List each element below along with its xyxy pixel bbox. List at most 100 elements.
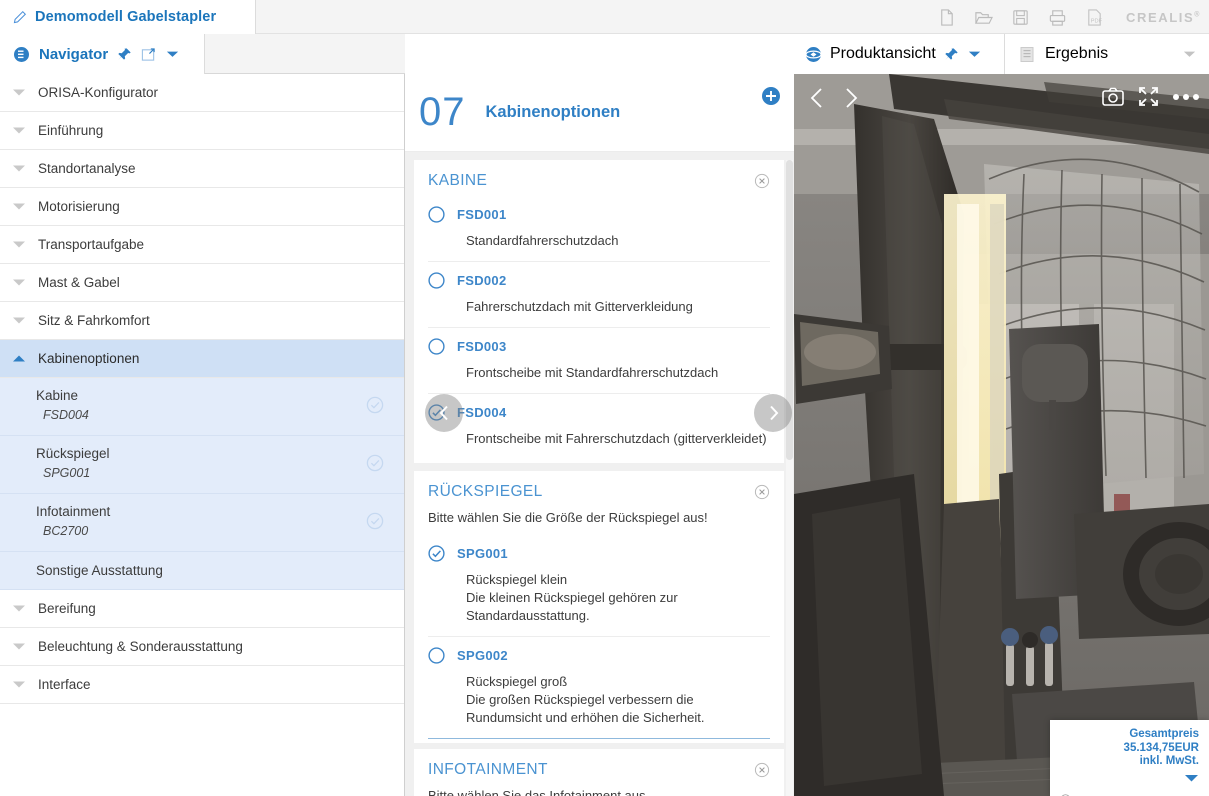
sidebar-item-interface[interactable]: Interface	[0, 666, 404, 704]
top-toolbar: Demomodell Gabelstapler PDF CREALIS®	[0, 0, 1209, 34]
next-step-button[interactable]	[754, 394, 792, 432]
sidebar-item-label: Einführung	[38, 123, 104, 138]
option-fsd002[interactable]: FSD002 Fahrerschutzdach mit Gitterverkle…	[428, 262, 770, 328]
sidebar-item-transportaufgabe[interactable]: Transportaufgabe	[0, 226, 404, 264]
chevron-left-icon	[439, 405, 448, 421]
new-document-icon[interactable]	[937, 8, 956, 27]
tab-navigator[interactable]: Navigator	[0, 34, 205, 74]
chevron-down-icon	[13, 203, 25, 210]
print-icon[interactable]	[1048, 8, 1067, 27]
configuration-panel: 07 Kabinenoptionen KABINE FSD001 Standar…	[405, 74, 794, 796]
option-code: FSD001	[457, 207, 507, 222]
pin-icon[interactable]	[944, 47, 959, 62]
sidebar-item-label: Motorisierung	[38, 199, 120, 214]
open-folder-icon[interactable]	[974, 8, 993, 27]
option-fsd003[interactable]: FSD003 Frontscheibe mit Standardfahrersc…	[428, 328, 770, 394]
sidebar-subitem-value: FSD004	[43, 408, 89, 422]
option-description: Rückspiegel groß Die großen Rückspiegel …	[466, 674, 705, 725]
navigator-tabrow: Navigator	[0, 34, 405, 74]
option-code: SPG002	[457, 648, 508, 663]
sidebar-subitem-sonstige-ausstattung[interactable]: Sonstige Ausstattung	[0, 552, 404, 590]
tab-produktansicht[interactable]: Produktansicht	[793, 34, 1005, 74]
option-description: Frontscheibe mit Fahrerschutzdach (gitte…	[466, 431, 767, 446]
viewport-tools	[1102, 86, 1199, 107]
chevron-down-icon	[13, 643, 25, 650]
sidebar-item-kabinenoptionen[interactable]: Kabinenoptionen	[0, 340, 404, 378]
chevron-down-icon[interactable]	[165, 49, 180, 59]
sidebar-item-label: ORISA-Konfigurator	[38, 85, 159, 100]
radio-unselected-icon[interactable]	[428, 206, 445, 223]
add-plus-icon[interactable]	[762, 87, 780, 105]
group-title: KABINE	[428, 172, 488, 189]
radio-unselected-icon[interactable]	[428, 272, 445, 289]
camera-icon[interactable]	[1102, 87, 1124, 107]
previous-step-button[interactable]	[425, 394, 463, 432]
sidebar-item-label: Sitz & Fahrkomfort	[38, 313, 150, 328]
panel-title: Kabinenoptionen	[485, 103, 621, 121]
chevron-right-icon	[769, 405, 778, 421]
sidebar-item-motorisierung[interactable]: Motorisierung	[0, 188, 404, 226]
tab-navigator-label: Navigator	[39, 45, 109, 63]
sidebar-subitem-value: BC2700	[43, 524, 89, 538]
check-circle-icon	[366, 454, 384, 472]
close-circle-icon[interactable]	[754, 173, 770, 189]
save-disk-icon[interactable]	[1011, 8, 1030, 27]
price-tax-note: inkl. MwSt.	[1139, 755, 1199, 767]
pin-icon[interactable]	[117, 47, 132, 62]
chevron-down-icon	[13, 681, 25, 688]
sidebar-subitem-rueckspiegel[interactable]: Rückspiegel SPG001	[0, 436, 404, 494]
group-title: RÜCKSPIEGEL	[428, 483, 543, 500]
chevron-left-icon[interactable]	[806, 86, 828, 110]
product-3d-viewport[interactable]: Gesamtpreis 35.134,75EUR inkl. MwSt. Die…	[794, 74, 1209, 796]
check-circle-icon	[366, 396, 384, 414]
sidebar-item-bereifung[interactable]: Bereifung	[0, 590, 404, 628]
chevron-down-icon[interactable]	[1182, 49, 1197, 59]
sidebar-item-einfuehrung[interactable]: Einführung	[0, 112, 404, 150]
sidebar-item-label: Standortanalyse	[38, 161, 136, 176]
option-spg001[interactable]: SPG001 Rückspiegel klein Die kleinen Rüc…	[428, 535, 770, 637]
sidebar-subitem-kabine[interactable]: Kabine FSD004	[0, 378, 404, 436]
close-circle-icon[interactable]	[754, 484, 770, 500]
svg-text:PDF: PDF	[1091, 18, 1103, 24]
product-view-icon	[805, 46, 822, 62]
sidebar-item-label: Mast & Gabel	[38, 275, 120, 290]
brand-logo: CREALIS®	[1125, 9, 1201, 25]
tab-ergebnis[interactable]: Ergebnis	[1005, 34, 1209, 74]
option-spg002[interactable]: SPG002 Rückspiegel groß Die großen Rücks…	[428, 637, 770, 739]
sidebar-item-standortanalyse[interactable]: Standortanalyse	[0, 150, 404, 188]
panel-step-number: 07	[419, 90, 466, 134]
chevron-down-icon[interactable]	[967, 49, 982, 59]
group-hint: Bitte wählen Sie die Größe der Rückspieg…	[428, 510, 708, 525]
document-tab[interactable]: Demomodell Gabelstapler	[0, 0, 256, 34]
chevron-right-icon[interactable]	[840, 86, 862, 110]
sidebar-item-orisa-konfigurator[interactable]: ORISA-Konfigurator	[0, 74, 404, 112]
tab-ergebnis-label: Ergebnis	[1045, 45, 1109, 62]
option-code: SPG001	[457, 546, 508, 561]
expand-window-icon[interactable]	[141, 47, 156, 62]
price-expand-toggle[interactable]	[1060, 770, 1199, 788]
viewport-tabrow: Produktansicht Ergebnis	[793, 34, 1209, 74]
chevron-down-icon	[13, 89, 25, 96]
sidebar-item-mast-gabel[interactable]: Mast & Gabel	[0, 264, 404, 302]
radio-selected-icon[interactable]	[428, 545, 445, 562]
close-circle-icon[interactable]	[754, 762, 770, 778]
option-fsd004[interactable]: FSD004 Frontscheibe mit Fahrerschutzdach…	[428, 394, 770, 459]
radio-unselected-icon[interactable]	[428, 647, 445, 664]
center-scrollbar[interactable]	[786, 160, 793, 796]
sidebar-item-beleuchtung-sonderausstattung[interactable]: Beleuchtung & Sonderausstattung	[0, 628, 404, 666]
chevron-down-icon	[13, 317, 25, 324]
fullscreen-icon[interactable]	[1138, 86, 1159, 107]
total-price-box[interactable]: Gesamtpreis 35.134,75EUR inkl. MwSt. Die…	[1050, 720, 1209, 796]
sidebar-item-sitz-fahrkomfort[interactable]: Sitz & Fahrkomfort	[0, 302, 404, 340]
chevron-up-icon	[13, 355, 25, 362]
sidebar-subitem-infotainment[interactable]: Infotainment BC2700	[0, 494, 404, 552]
more-dots-icon[interactable]	[1173, 93, 1199, 100]
pdf-icon[interactable]: PDF	[1085, 8, 1104, 27]
check-circle-icon	[366, 512, 384, 530]
navigator-sidebar[interactable]: ORISA-Konfigurator Einführung Standortan…	[0, 74, 405, 796]
option-description: Fahrerschutzdach mit Gitterverkleidung	[466, 299, 693, 314]
tab-produktansicht-label: Produktansicht	[830, 45, 936, 62]
radio-unselected-icon[interactable]	[428, 338, 445, 355]
option-fsd001[interactable]: FSD001 Standardfahrerschutzdach	[428, 196, 770, 262]
group-rueckspiegel: RÜCKSPIEGEL Bitte wählen Sie die Größe d…	[414, 471, 784, 743]
